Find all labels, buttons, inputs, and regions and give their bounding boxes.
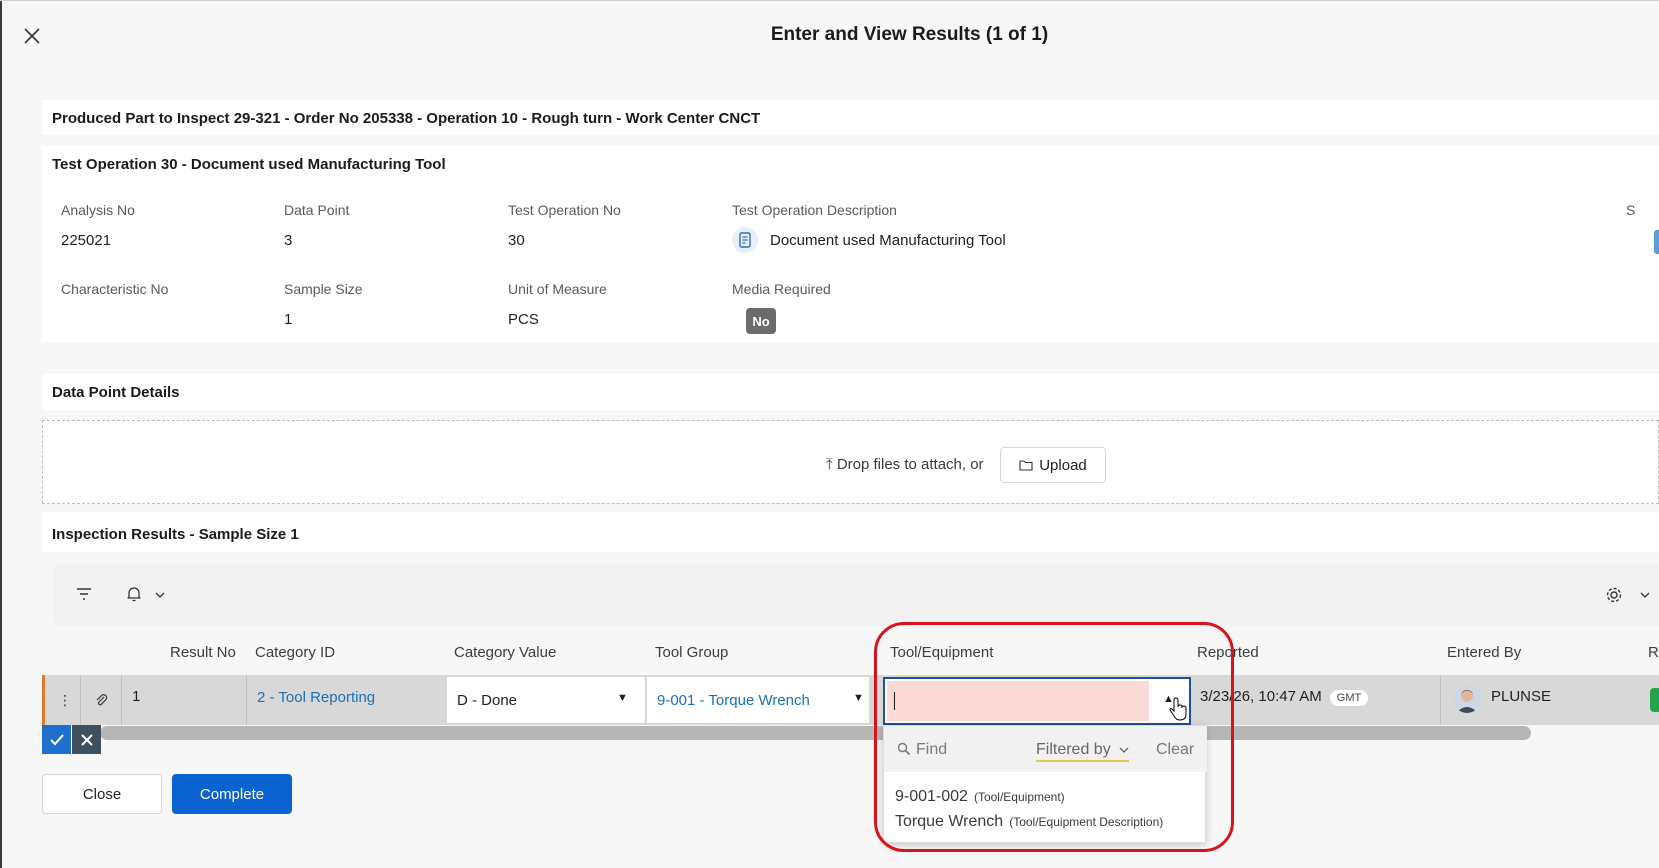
upload-label: Upload — [1039, 456, 1087, 474]
close-button[interactable]: Close — [42, 774, 162, 814]
save-row-button[interactable] — [42, 725, 71, 754]
horizontal-scrollbar[interactable] — [100, 726, 1531, 740]
data-point-value: 3 — [284, 232, 293, 249]
upload-button[interactable]: Upload — [1000, 447, 1106, 483]
data-point-details-title: Data Point Details — [52, 384, 180, 401]
cancel-row-button[interactable] — [72, 725, 101, 754]
data-point-details-panel: Data Point Details — [42, 374, 1659, 410]
chevron-down-icon[interactable] — [155, 592, 165, 599]
characteristic-no-label: Characteristic No — [61, 281, 169, 297]
test-operation-description-value: Document used Manufacturing Tool — [770, 232, 1006, 249]
cell-divider — [80, 675, 81, 725]
data-point-label: Data Point — [284, 202, 350, 218]
timezone-badge: GMT — [1329, 690, 1369, 706]
cell-divider — [1440, 675, 1441, 725]
row-menu-icon[interactable]: ⋮ — [58, 692, 72, 709]
dialog-title: Enter and View Results (1 of 1) — [770, 24, 1049, 45]
header-panel: Produced Part to Inspect 29-321 - Order … — [42, 100, 1659, 135]
category-value-text: D - Done — [457, 692, 518, 709]
entered-by-value: PLUNSE — [1491, 688, 1552, 705]
media-required-badge: No — [746, 308, 776, 334]
avatar — [1453, 685, 1481, 713]
col-category-value[interactable]: Category Value — [454, 644, 556, 661]
results-toolbar — [53, 564, 1659, 626]
sample-size-label: Sample Size — [284, 281, 363, 297]
col-result-no[interactable]: Result No — [170, 644, 236, 661]
unit-of-measure-value: PCS — [508, 311, 539, 328]
category-id-link[interactable]: 2 - Tool Reporting — [257, 689, 375, 706]
test-operation-title: Test Operation 30 - Document used Manufa… — [52, 156, 446, 173]
sample-size-value: 1 — [284, 311, 293, 328]
close-icon — [80, 733, 93, 746]
gear-icon[interactable] — [1605, 586, 1623, 604]
tool-group-text[interactable]: 9-001 - Torque Wrench — [657, 692, 810, 709]
highlight-annotation — [874, 622, 1234, 852]
test-operation-no-label: Test Operation No — [508, 202, 621, 218]
test-operation-description-label: Test Operation Description — [732, 202, 897, 218]
inspection-results-title: Inspection Results - Sample Size 1 — [52, 526, 299, 543]
paperclip-icon[interactable] — [94, 693, 108, 707]
folder-icon — [1019, 460, 1033, 471]
checkmark-icon — [49, 733, 64, 745]
col-partial[interactable]: R — [1648, 644, 1659, 661]
analysis-no-label: Analysis No — [61, 202, 135, 218]
header-panel-title: Produced Part to Inspect 29-321 - Order … — [52, 110, 761, 127]
analysis-no-value: 225021 — [61, 232, 112, 249]
test-operation-no-value: 30 — [508, 232, 525, 249]
partial-field-chip — [1654, 230, 1659, 254]
unit-of-measure-label: Unit of Measure — [508, 281, 607, 297]
document-icon — [732, 227, 758, 253]
result-no-cell: 1 — [132, 688, 141, 705]
col-category-id[interactable]: Category ID — [255, 644, 335, 661]
status-badge — [1650, 688, 1659, 712]
drop-files-text: ⤒ Drop files to attach, or — [826, 456, 984, 473]
inspection-results-panel: Inspection Results - Sample Size 1 — [42, 512, 1659, 552]
col-entered-by[interactable]: Entered By — [1447, 644, 1521, 661]
drop-files-label: Drop files to attach, or — [836, 456, 984, 473]
bell-icon[interactable] — [126, 585, 142, 603]
partial-field-label: S — [1626, 202, 1636, 218]
filter-icon[interactable] — [75, 586, 93, 602]
col-tool-group[interactable]: Tool Group — [655, 644, 728, 661]
cell-divider — [121, 675, 122, 725]
cell-divider — [246, 675, 247, 725]
row-focus-indicator — [42, 675, 45, 725]
upload-arrow-icon: ⤒ — [826, 456, 833, 473]
caret-down-icon[interactable]: ▼ — [853, 692, 864, 704]
media-required-label: Media Required — [732, 281, 831, 297]
complete-button[interactable]: Complete — [172, 774, 292, 814]
caret-down-icon[interactable]: ▼ — [617, 692, 628, 704]
settings-chevron-icon[interactable] — [1640, 592, 1650, 599]
